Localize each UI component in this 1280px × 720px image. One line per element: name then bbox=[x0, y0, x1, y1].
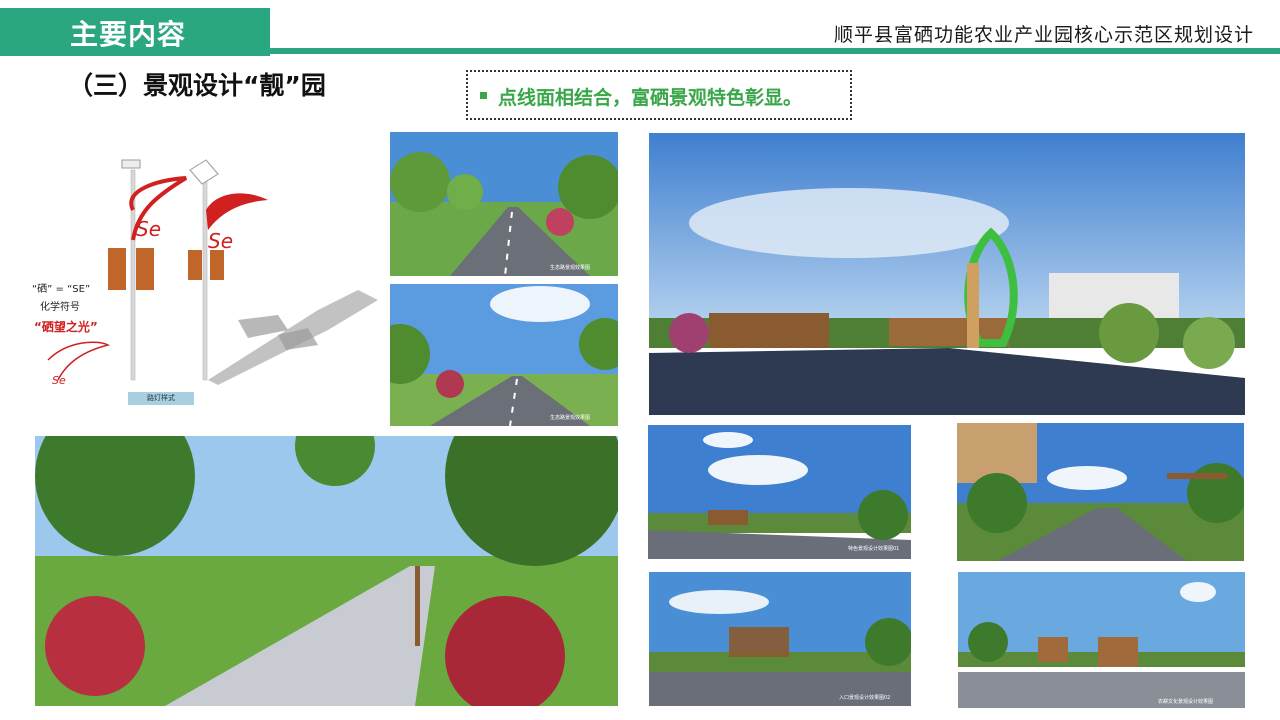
caption-park-2: 入口景观设计效果图02 bbox=[839, 695, 891, 701]
svg-text:Se: Se bbox=[208, 229, 233, 253]
road-render-1: 生态路景观效果图 bbox=[390, 132, 618, 276]
path-render bbox=[35, 436, 618, 706]
lamp-design-panel: Se Se Se “硒” = “SE” 化学符号 “硒望之光” 路灯样式 bbox=[28, 140, 385, 408]
section-title: （三）景观设计“靓”园 bbox=[68, 71, 326, 100]
svg-text:Se: Se bbox=[52, 374, 66, 387]
svg-text:Se: Se bbox=[136, 217, 161, 241]
bullet-icon bbox=[480, 92, 487, 99]
lamp-text-symbol: 化学符号 bbox=[40, 302, 80, 313]
park-render-1: 特色景观设计效果图01 bbox=[648, 425, 911, 559]
lamp-text-se: “硒” = “SE” bbox=[32, 284, 91, 295]
callout-text: 点线面相结合，富硒景观特色彰显。 bbox=[498, 87, 803, 109]
callout-box: 点线面相结合，富硒景观特色彰显。 bbox=[466, 70, 852, 120]
header-subtitle: 顺平县富硒功能农业产业园核心示范区规划设计 bbox=[833, 24, 1254, 46]
lamp-text-slogan: “硒望之光” bbox=[34, 320, 98, 334]
caption-road-2: 生态路景观效果图 bbox=[550, 415, 591, 421]
lamp-style-label: 路灯样式 bbox=[128, 392, 194, 405]
header-rule bbox=[270, 48, 1280, 54]
lamp-illustration: Se Se Se bbox=[47, 159, 378, 387]
caption-road-1: 生态路景观效果图 bbox=[550, 265, 591, 271]
caption-park-3: 农耕文化景观设计效果图 bbox=[1158, 699, 1214, 705]
road-render-2: 生态路景观效果图 bbox=[390, 284, 618, 426]
header-tab-title: 主要内容 bbox=[70, 18, 187, 51]
park-render-2: 入口景观设计效果图02 bbox=[649, 572, 911, 706]
header-tab: 主要内容 bbox=[0, 8, 270, 56]
entrance-render bbox=[649, 133, 1245, 415]
park-render-3: 农耕文化景观设计效果图 bbox=[958, 572, 1245, 708]
walkway-render bbox=[957, 423, 1244, 561]
caption-park-1: 特色景观设计效果图01 bbox=[848, 546, 900, 552]
